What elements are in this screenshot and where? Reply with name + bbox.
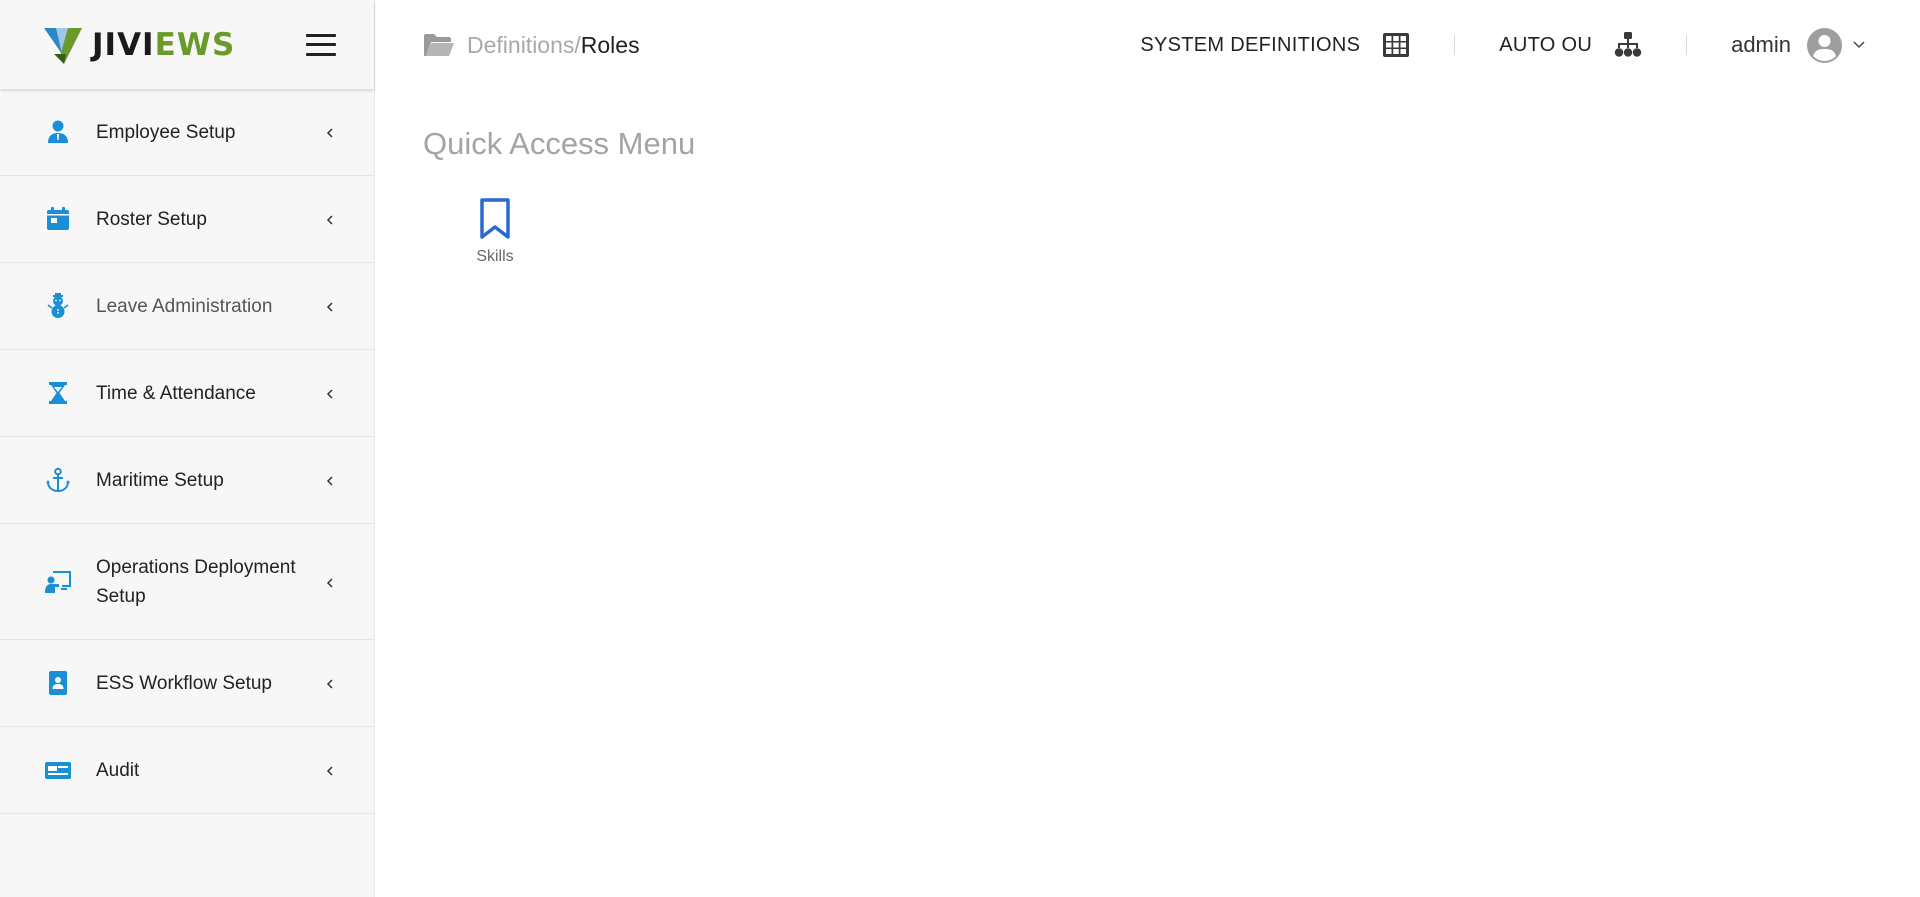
system-definitions-label: SYSTEM DEFINITIONS [1140,33,1361,56]
system-definitions-button[interactable]: SYSTEM DEFINITIONS [1140,31,1410,59]
logo-text-part1: JIVI [92,26,155,63]
header-actions: SYSTEM DEFINITIONS AUTO OU admin [1140,0,1920,90]
auto-ou-label: AUTO OU [1499,33,1593,56]
sidebar-item-label: Maritime Setup [96,469,224,491]
sidebar-item-label: Employee Setup [96,121,236,143]
snowman-icon [45,293,71,319]
breadcrumb-parent[interactable]: Definitions/ [467,32,581,59]
avatar-icon [1807,27,1842,63]
sidebar-item-leave-administration[interactable]: Leave Administration [0,263,374,350]
breadcrumb: Definitions/Roles [423,32,640,59]
sidebar-item-label: Leave Administration [96,295,273,317]
chevron-left-icon [324,474,336,486]
main-content: Quick Access Menu Skills [375,90,1920,897]
auto-ou-button[interactable]: AUTO OU [1499,31,1642,59]
sidebar-item-ess-workflow-setup[interactable]: ESS Workflow Setup [0,640,374,727]
folder-open-icon [424,34,454,56]
brand-bar: JIVIEWS [0,0,374,89]
quick-access-tile-skills[interactable]: Skills [455,198,535,266]
header-divider [1686,35,1688,55]
sidebar-item-employee-setup[interactable]: Employee Setup [0,89,374,176]
user-icon [45,119,71,145]
bookmark-icon [480,198,510,239]
logo[interactable]: JIVIEWS [40,24,235,66]
contact-card-icon [45,670,71,696]
chevron-left-icon [324,764,336,776]
logo-text: JIVIEWS [92,27,235,63]
sidebar-item-label: Roster Setup [96,208,207,230]
app-root: JIVIEWS Employee Setup Roster Setup Leav… [0,0,1920,897]
chevron-left-icon [324,213,336,225]
header-divider [1454,35,1456,55]
sidebar-item-audit[interactable]: Audit [0,727,374,814]
id-card-icon [45,757,71,783]
logo-mark-icon [44,27,82,64]
anchor-icon [45,467,71,493]
sidebar-menu: Employee Setup Roster Setup Leave Admini… [0,89,374,814]
breadcrumb-current: Roles [580,31,640,58]
sidebar-item-label: Operations Deployment Setup [96,556,296,607]
sidebar: JIVIEWS Employee Setup Roster Setup Leav… [0,0,375,897]
chevron-left-icon [324,677,336,689]
sidebar-item-label: Time & Attendance [96,382,256,404]
sidebar-item-label: ESS Workflow Setup [96,672,273,694]
logo-text-part2: EWS [154,26,236,63]
hourglass-icon [45,380,71,406]
sidebar-item-roster-setup[interactable]: Roster Setup [0,176,374,263]
org-chart-icon [1614,32,1642,57]
presentation-icon [45,569,71,595]
grid-table-icon [1383,33,1410,57]
user-menu[interactable]: admin [1731,27,1866,63]
sidebar-item-time-attendance[interactable]: Time & Attendance [0,350,374,437]
calendar-icon [45,206,71,232]
sidebar-item-label: Audit [96,759,140,781]
chevron-left-icon [324,300,336,312]
page-title: Quick Access Menu [423,126,696,161]
sidebar-item-operations-deployment-setup[interactable]: Operations Deployment Setup [0,524,374,640]
chevron-left-icon [324,576,336,588]
user-name: admin [1731,32,1791,57]
hamburger-menu-icon[interactable] [306,33,336,56]
chevron-left-icon [324,387,336,399]
chevron-down-icon [1853,41,1865,49]
sidebar-item-maritime-setup[interactable]: Maritime Setup [0,437,374,524]
chevron-left-icon [324,126,336,138]
top-header: Definitions/Roles SYSTEM DEFINITIONS AUT… [375,0,1920,90]
quick-access-label: Skills [476,248,514,265]
